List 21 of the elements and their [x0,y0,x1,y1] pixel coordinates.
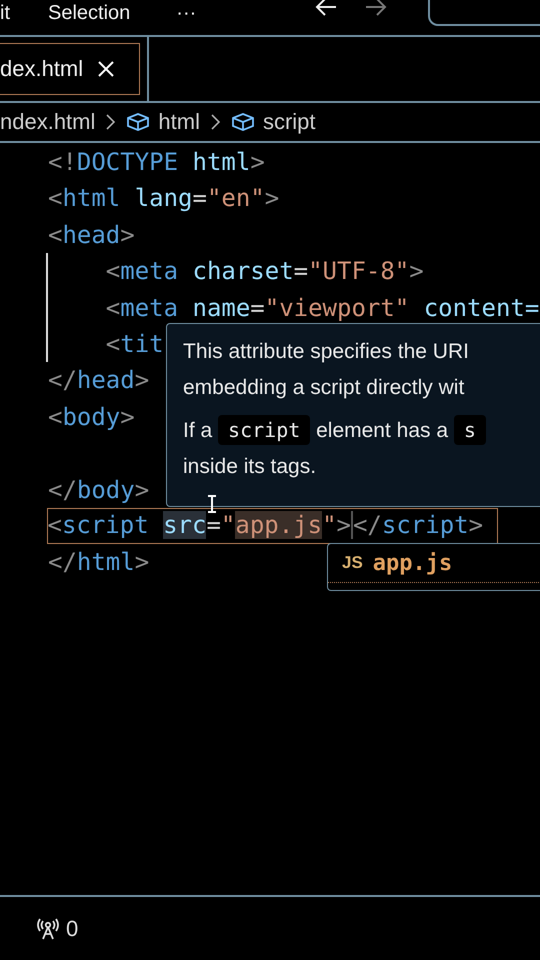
code-line: <body> [48,402,135,433]
code-line: <!DOCTYPE html> [48,147,265,178]
code-line: <meta charset="UTF-8"> [46,253,424,290]
code-line: <html lang="en"> [48,183,280,214]
menu-item[interactable]: Selection [48,1,130,25]
breadcrumb-item[interactable]: script [262,109,316,135]
editor-tab[interactable]: dex.html [0,43,140,95]
breadcrumb-item[interactable]: ndex.html [0,109,96,135]
menu-item[interactable]: it [0,1,10,25]
code-line: </body> [48,474,150,506]
code-line: </html> [48,547,150,578]
breadcrumb-item[interactable]: html [158,109,200,135]
file-type-icon: JS [342,553,363,573]
suggestion-label: app.js [372,550,452,576]
tooltip-paragraph: If a script element has a s inside its tags. [183,412,540,485]
menu-item[interactable]: ··· [176,1,196,25]
status-count[interactable]: 0 [66,916,78,942]
code-line: <tit [46,326,164,362]
code-line: </head> [48,365,150,396]
code-line: <head> [48,220,135,251]
suggestion-item[interactable]: JS app.js [328,544,540,583]
